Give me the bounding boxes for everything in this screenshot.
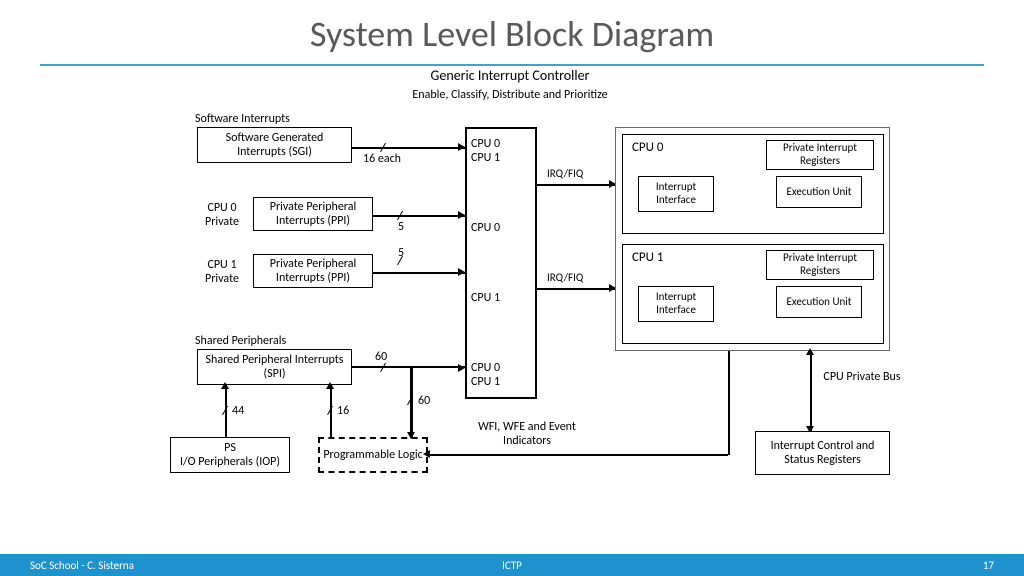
bus-head-u <box>806 348 814 355</box>
sgi-arrow-head <box>458 143 465 151</box>
cpu0-pir: Private Interrupt Registers <box>766 140 874 170</box>
sgi-count: 16 each <box>363 152 401 166</box>
cpu1-eu: Execution Unit <box>776 286 862 318</box>
cpu1-private-label: CPU 1 Private <box>197 258 247 287</box>
sgi-box: Software Generated Interrupts (SGI) <box>197 127 352 163</box>
ppi1-arrow-head <box>458 268 465 276</box>
wfi-arrow <box>428 454 728 456</box>
gic-r4: CPU 0 <box>471 361 500 375</box>
spi-count: 60 <box>375 350 387 364</box>
gic-subtitle: Enable, Classify, Distribute and Priorit… <box>410 88 610 102</box>
wfi-arrow-head <box>423 450 430 458</box>
cpu-group: CPU 0 Private Interrupt Registers Interr… <box>615 127 890 351</box>
pl-box: Programmable Logic <box>318 437 428 473</box>
footer-bar: SoC School - C. Sisterna ICTP 17 <box>0 554 1024 576</box>
cpu0-ii: Interrupt Interface <box>638 176 714 212</box>
ppi0-count: 5 <box>398 220 404 234</box>
gic-title: Generic Interrupt Controller <box>410 68 610 85</box>
ppi-box-1: Private Peripheral Interrupts (PPI) <box>253 254 373 288</box>
gic-r2: CPU 0 <box>471 219 531 237</box>
spi-box: Shared Peripheral Interrupts (SPI) <box>197 349 352 385</box>
iop-count: 44 <box>232 404 244 418</box>
gic-r5: CPU 1 <box>471 375 500 389</box>
irqfiq-1: IRQ/FIQ <box>547 271 583 284</box>
gic-r0: CPU 0 <box>471 137 500 151</box>
cpu0-label: CPU 0 <box>632 140 664 156</box>
gic-r3: CPU 1 <box>471 289 531 307</box>
cpu0-eu: Execution Unit <box>776 176 862 208</box>
icsr-box: Interrupt Control and Status Registers <box>755 431 890 475</box>
ppi0-arrow <box>373 215 465 217</box>
ppi1-arrow <box>373 272 465 274</box>
block-diagram: Generic Interrupt Controller Enable, Cla… <box>0 70 1024 530</box>
bus-arrow <box>810 351 812 431</box>
ppi0-arrow-head <box>458 211 465 219</box>
wfi-v <box>728 350 730 455</box>
wfi-label: WFI, WFE and Event Indicators <box>472 420 582 449</box>
gic-r1: CPU 1 <box>471 151 500 165</box>
spi-label: Shared Peripherals <box>195 334 286 348</box>
gic-block: CPU 0CPU 1 CPU 0 CPU 1 CPU 0CPU 1 <box>465 127 537 399</box>
cpu1-ii: Interrupt Interface <box>638 286 714 322</box>
footer-center: ICTP <box>502 559 522 572</box>
irq0-arrow <box>537 184 615 186</box>
spi-arrow-head <box>458 364 465 372</box>
pl-count2: 60 <box>418 394 430 408</box>
iop-box: PS I/O Peripherals (IOP) <box>170 437 290 473</box>
pl-arrow-d <box>410 367 413 438</box>
iop-arrow-head <box>221 382 229 389</box>
title-rule <box>40 64 984 66</box>
cpu1-pir: Private Interrupt Registers <box>766 250 874 280</box>
footer-left: SoC School - C. Sisterna <box>30 559 134 572</box>
cpu0-private-label: CPU 0 Private <box>197 201 247 230</box>
spi-arrow <box>352 366 465 368</box>
ppi-box-0: Private Peripheral Interrupts (PPI) <box>253 197 373 231</box>
irqfiq-0: IRQ/FIQ <box>547 167 583 180</box>
pl-arrow-d-head <box>407 432 415 439</box>
page-title: System Level Block Diagram <box>0 0 1024 64</box>
footer-page: 17 <box>983 559 994 572</box>
pl-arrow-u-head <box>326 382 334 389</box>
irq1-arrow <box>537 288 615 290</box>
ppi1-count: 5 <box>398 246 404 260</box>
cpu1-label: CPU 1 <box>632 250 664 266</box>
pl-count1: 16 <box>337 404 349 418</box>
bus-label: CPU Private Bus <box>822 370 902 384</box>
sgi-arrow <box>352 147 465 149</box>
sgi-label: Software Interrupts <box>195 112 290 126</box>
